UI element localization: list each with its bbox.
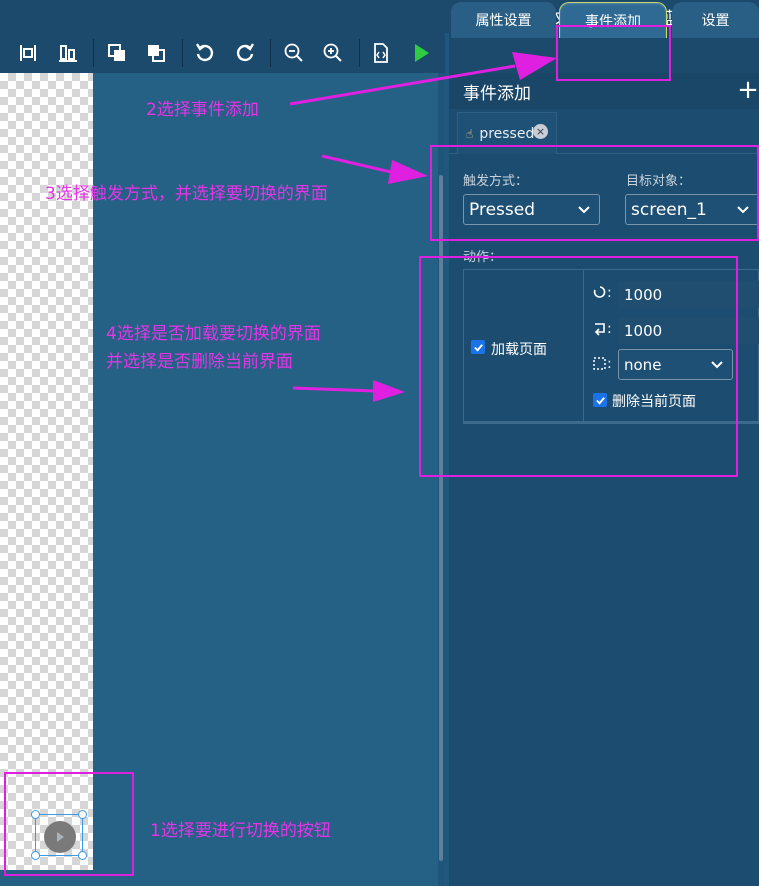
toolbar-separator xyxy=(93,39,94,67)
bring-forward-icon xyxy=(108,44,125,61)
annotation-box-3 xyxy=(430,145,759,241)
tab-settings[interactable]: 设置 xyxy=(672,2,759,38)
toolbar-separator xyxy=(359,39,360,67)
annotation-2: 2选择事件添加 xyxy=(146,100,259,120)
hand-pointer-icon: ☝ xyxy=(466,126,474,141)
tab-label: 属性设置 xyxy=(475,13,532,29)
add-event-button[interactable]: + xyxy=(737,76,759,104)
tab-label: 设置 xyxy=(701,13,730,29)
run-button[interactable] xyxy=(408,40,434,66)
undo-button[interactable] xyxy=(192,40,218,66)
align-left-button[interactable] xyxy=(15,40,41,66)
zoom-out-icon xyxy=(284,43,303,62)
zoom-out-button[interactable] xyxy=(281,40,307,66)
undo-icon xyxy=(195,43,214,62)
event-name: pressed xyxy=(479,125,535,142)
toolbar-separator xyxy=(270,39,271,67)
align-bottom-icon xyxy=(59,45,77,62)
toolbar-separator xyxy=(182,39,183,67)
annotation-1: 1选择要进行切换的按钮 xyxy=(150,821,331,841)
redo-button[interactable] xyxy=(232,40,258,66)
panel-title: 事件添加 xyxy=(463,83,531,104)
align-left-icon xyxy=(20,45,36,61)
bring-forward-button[interactable] xyxy=(104,40,130,66)
close-icon[interactable]: × xyxy=(533,124,548,139)
annotation-4-line2: 并选择是否删除当前界面 xyxy=(106,352,293,372)
code-button[interactable] xyxy=(368,40,394,66)
code-icon xyxy=(374,43,388,63)
redo-icon xyxy=(236,43,255,62)
send-backward-button[interactable] xyxy=(143,40,169,66)
send-backward-icon xyxy=(148,45,165,62)
play-icon xyxy=(415,44,429,62)
annotation-box-4 xyxy=(419,256,738,477)
annotation-3: 3选择触发方式，并选择要切换的界面 xyxy=(45,184,328,204)
tab-properties[interactable]: 属性设置 xyxy=(451,2,556,38)
align-bottom-button[interactable] xyxy=(55,40,81,66)
annotation-box-2 xyxy=(556,25,671,81)
annotation-box-1 xyxy=(4,772,134,876)
zoom-in-button[interactable] xyxy=(320,40,346,66)
annotation-4-line1: 4选择是否加载要切换的界面 xyxy=(106,324,321,344)
zoom-in-icon xyxy=(323,43,342,62)
